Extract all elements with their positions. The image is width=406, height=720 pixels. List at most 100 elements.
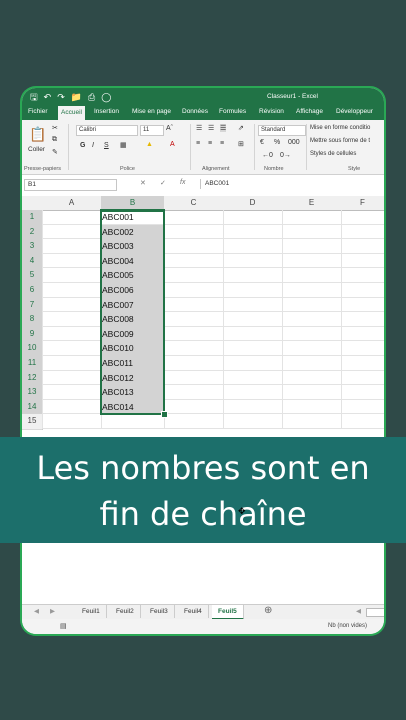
- currency-icon[interactable]: €: [260, 139, 264, 146]
- format-as-table-button[interactable]: Mettre sous forme de t: [310, 138, 370, 144]
- row-header[interactable]: 13: [22, 385, 43, 401]
- cell-b3[interactable]: ABC003: [101, 239, 164, 254]
- decrease-decimal-icon[interactable]: 0→: [280, 152, 291, 159]
- cell-b2[interactable]: ABC002: [101, 224, 164, 240]
- cell-b12[interactable]: ABC012: [101, 370, 164, 386]
- tab-developpeur[interactable]: Développeur: [336, 108, 373, 115]
- sheet-tab-feuil1[interactable]: Feuil1: [76, 605, 107, 618]
- tab-fichier[interactable]: Fichier: [28, 108, 48, 115]
- cut-icon[interactable]: ✂: [52, 124, 58, 132]
- row-header[interactable]: 1: [22, 210, 43, 226]
- cell-b8[interactable]: ABC008: [101, 312, 164, 327]
- copy-icon[interactable]: ⧉: [52, 136, 57, 144]
- tab-mise-en-page[interactable]: Mise en page: [132, 108, 171, 115]
- open-icon[interactable]: 📁: [71, 91, 82, 103]
- insert-function-icon[interactable]: fx: [180, 179, 185, 186]
- row-header[interactable]: 3: [22, 239, 43, 255]
- sheet-tab-feuil3[interactable]: Feuil3: [144, 605, 175, 618]
- row-header[interactable]: 6: [22, 283, 43, 299]
- row-header[interactable]: 9: [22, 326, 43, 343]
- column-header-f[interactable]: F: [341, 196, 384, 211]
- font-name-select[interactable]: Calibri: [76, 125, 138, 136]
- macro-record-icon[interactable]: ▤: [60, 622, 67, 630]
- row-header[interactable]: 4: [22, 253, 43, 270]
- number-format-select[interactable]: Standard: [258, 125, 306, 136]
- column-header-e[interactable]: E: [282, 196, 342, 211]
- paste-icon[interactable]: 📋: [29, 126, 46, 143]
- sheet-tab-feuil4[interactable]: Feuil4: [178, 605, 209, 618]
- align-bottom-icon[interactable]: ☰: [220, 124, 227, 132]
- fill-handle[interactable]: [161, 411, 168, 419]
- column-header-c[interactable]: C: [164, 196, 224, 211]
- borders-icon[interactable]: ▦: [120, 141, 127, 149]
- sheet-tab-feuil5[interactable]: Feuil5: [212, 605, 244, 620]
- row-header[interactable]: 5: [22, 268, 43, 284]
- column-header-d[interactable]: D: [223, 196, 283, 211]
- row-header[interactable]: 15: [22, 414, 43, 430]
- name-box[interactable]: B1: [24, 179, 117, 191]
- align-top-icon[interactable]: ☰: [196, 124, 202, 132]
- orientation-icon[interactable]: ⇗: [238, 124, 244, 132]
- row-header[interactable]: 12: [22, 370, 43, 387]
- sheet-tab-feuil2[interactable]: Feuil2: [110, 605, 141, 618]
- cancel-icon[interactable]: ✕: [140, 179, 146, 187]
- row-header[interactable]: 10: [22, 341, 43, 357]
- row-header[interactable]: 14: [22, 399, 43, 416]
- align-left-icon[interactable]: ≡: [196, 140, 200, 147]
- tab-revision[interactable]: Révision: [259, 108, 284, 115]
- italic-button[interactable]: I: [92, 142, 94, 149]
- formula-input[interactable]: ABC001: [200, 179, 384, 189]
- add-sheet-icon[interactable]: ⊕: [264, 605, 272, 616]
- align-right-icon[interactable]: ≡: [220, 140, 224, 147]
- cell-b11[interactable]: ABC011: [101, 356, 164, 371]
- row-header[interactable]: 2: [22, 224, 43, 241]
- font-size-select[interactable]: 11: [140, 125, 164, 136]
- increase-decimal-icon[interactable]: ←0: [262, 152, 273, 159]
- print-preview-icon[interactable]: ⎙: [88, 91, 95, 103]
- select-all-corner[interactable]: [22, 196, 43, 211]
- grid-row-line: [42, 355, 384, 356]
- cell-b9[interactable]: ABC009: [101, 326, 164, 342]
- font-color-icon[interactable]: A: [170, 141, 175, 148]
- fill-color-icon[interactable]: ▲: [146, 141, 153, 148]
- camera-icon[interactable]: ◯: [101, 91, 111, 103]
- tab-affichage[interactable]: Affichage: [296, 108, 323, 115]
- grid-row-line: [42, 340, 384, 342]
- cell-b7[interactable]: ABC007: [101, 297, 164, 313]
- paste-button[interactable]: Coller: [28, 146, 45, 153]
- scroll-left-icon[interactable]: ◀: [34, 607, 39, 615]
- tab-accueil[interactable]: Accueil: [58, 106, 85, 120]
- horizontal-scrollbar[interactable]: [366, 608, 384, 617]
- enter-icon[interactable]: ✓: [160, 179, 166, 187]
- undo-icon[interactable]: ↶: [44, 91, 52, 103]
- save-icon[interactable]: 🖫: [30, 91, 38, 103]
- conditional-formatting-button[interactable]: Mise en forme conditio: [310, 125, 370, 131]
- cell-b6[interactable]: ABC006: [101, 283, 164, 298]
- underline-button[interactable]: S: [104, 142, 109, 149]
- thousands-icon[interactable]: 000: [288, 139, 300, 146]
- cell-b4[interactable]: ABC004: [101, 253, 164, 269]
- bold-button[interactable]: G: [80, 142, 85, 149]
- row-header[interactable]: 7: [22, 297, 43, 314]
- grow-font-icon[interactable]: Aˆ: [166, 125, 173, 132]
- cell-b14[interactable]: ABC014: [101, 399, 164, 415]
- format-painter-icon[interactable]: ✎: [52, 148, 58, 156]
- column-header-a[interactable]: A: [42, 196, 102, 211]
- cell-b10[interactable]: ABC010: [101, 341, 164, 356]
- align-center-icon[interactable]: ≡: [208, 140, 212, 147]
- cell-b13[interactable]: ABC013: [101, 385, 164, 400]
- redo-icon[interactable]: ↷: [57, 91, 65, 103]
- row-header[interactable]: 11: [22, 356, 43, 372]
- merge-icon[interactable]: ⊞: [238, 140, 244, 148]
- row-header[interactable]: 8: [22, 312, 43, 328]
- scroll-right-icon[interactable]: ▶: [50, 607, 55, 615]
- cell-b5[interactable]: ABC005: [101, 268, 164, 283]
- tab-formules[interactable]: Formules: [219, 108, 246, 115]
- align-middle-icon[interactable]: ☰: [208, 124, 214, 132]
- percent-icon[interactable]: %: [274, 139, 280, 146]
- tab-donnees[interactable]: Données: [182, 108, 208, 115]
- cell-b1[interactable]: ABC001: [101, 210, 164, 225]
- cell-styles-button[interactable]: Styles de cellules: [310, 151, 356, 157]
- hscroll-left-icon[interactable]: ◀: [356, 607, 361, 615]
- tab-insertion[interactable]: Insertion: [94, 108, 119, 115]
